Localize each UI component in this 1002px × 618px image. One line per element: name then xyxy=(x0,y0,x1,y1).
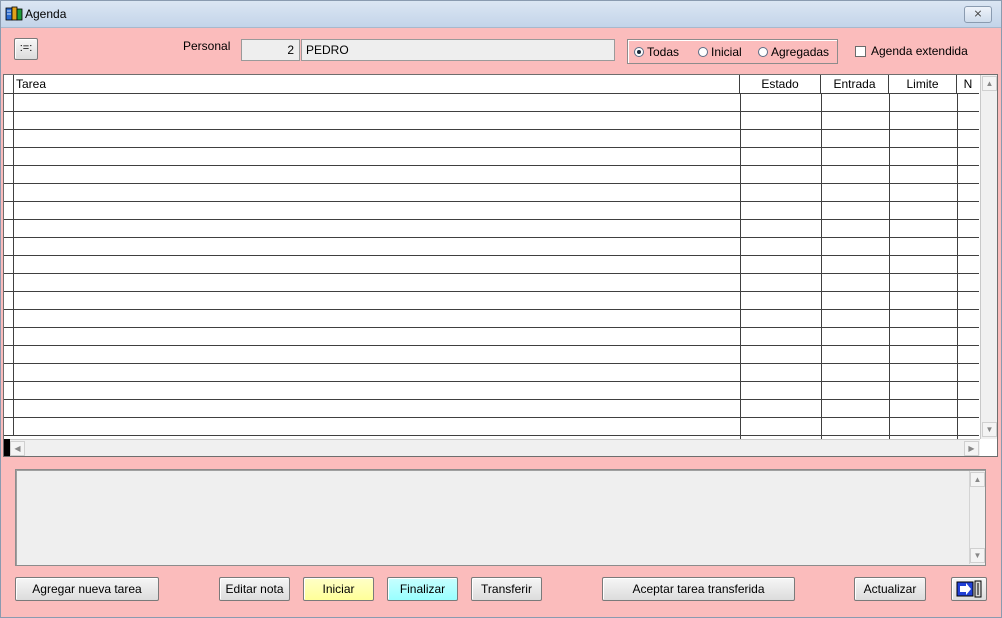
column-header-tarea[interactable]: Tarea xyxy=(14,75,740,93)
refresh-button[interactable]: Actualizar xyxy=(854,577,926,601)
row-indicator[interactable] xyxy=(4,256,14,273)
checkbox-icon xyxy=(855,45,866,57)
table-row[interactable] xyxy=(4,364,979,382)
table-row[interactable] xyxy=(4,94,979,112)
notes-textarea[interactable]: ▲ ▼ xyxy=(15,469,986,566)
agenda-extendida-label: Agenda extendida xyxy=(871,44,968,58)
agenda-window: Agenda ⨯ :=: Personal 2 PEDRO Todas Inic… xyxy=(0,0,1002,618)
column-header-limite[interactable]: Limite xyxy=(889,75,957,93)
table-row[interactable] xyxy=(4,292,979,310)
filter-agregadas-label: Agregadas xyxy=(771,45,830,59)
filter-todas-radio[interactable]: Todas xyxy=(634,45,679,59)
table-row[interactable] xyxy=(4,184,979,202)
agenda-app-icon xyxy=(5,6,23,21)
scroll-up-icon[interactable]: ▲ xyxy=(982,76,997,91)
row-indicator[interactable] xyxy=(4,274,14,291)
radio-empty-icon xyxy=(758,47,768,57)
grid-body[interactable] xyxy=(4,94,979,439)
row-indicator[interactable] xyxy=(4,400,14,417)
table-row[interactable] xyxy=(4,130,979,148)
transfer-button[interactable]: Transferir xyxy=(471,577,542,601)
row-indicator[interactable] xyxy=(4,310,14,327)
table-row[interactable] xyxy=(4,238,979,256)
row-indicator[interactable] xyxy=(4,328,14,345)
row-indicator[interactable] xyxy=(4,220,14,237)
column-divider xyxy=(821,94,822,439)
grid-horizontal-scrollbar[interactable]: ◀ ▶ xyxy=(4,439,980,456)
column-divider xyxy=(957,94,958,439)
table-row[interactable] xyxy=(4,274,979,292)
table-row[interactable] xyxy=(4,310,979,328)
notes-vertical-scrollbar[interactable]: ▲ ▼ xyxy=(969,471,985,564)
grid-header: Tarea Estado Entrada Limite N xyxy=(4,75,979,94)
radio-selected-icon xyxy=(634,47,644,57)
scroll-left-icon[interactable]: ◀ xyxy=(10,441,25,456)
tasks-grid[interactable]: Tarea Estado Entrada Limite N ▲ ▼ ◀ ▶ xyxy=(3,74,998,457)
column-header-n[interactable]: N xyxy=(957,75,979,93)
add-task-button[interactable]: Agregar nueva tarea xyxy=(15,577,159,601)
title-bar: Agenda ⨯ xyxy=(1,1,1001,28)
menu-button[interactable]: :=: xyxy=(14,38,38,60)
table-row[interactable] xyxy=(4,148,979,166)
table-row[interactable] xyxy=(4,400,979,418)
personal-number-field[interactable]: 2 xyxy=(241,39,300,61)
table-row[interactable] xyxy=(4,328,979,346)
row-indicator[interactable] xyxy=(4,94,14,111)
table-row[interactable] xyxy=(4,418,979,436)
personal-label: Personal xyxy=(183,39,231,53)
row-indicator[interactable] xyxy=(4,346,14,363)
accept-transferred-task-button[interactable]: Aceptar tarea transferida xyxy=(602,577,795,601)
window-title: Agenda xyxy=(25,7,67,21)
row-indicator[interactable] xyxy=(4,166,14,183)
start-button[interactable]: Iniciar xyxy=(303,577,374,601)
column-divider xyxy=(740,94,741,439)
table-row[interactable] xyxy=(4,112,979,130)
row-indicator-header xyxy=(4,75,14,93)
filter-radio-group: Todas Inicial Agregadas xyxy=(627,39,838,64)
table-row[interactable] xyxy=(4,166,979,184)
radio-empty-icon xyxy=(698,47,708,57)
filter-inicial-radio[interactable]: Inicial xyxy=(698,45,742,59)
scroll-up-icon[interactable]: ▲ xyxy=(970,472,985,487)
row-indicator[interactable] xyxy=(4,238,14,255)
column-header-entrada[interactable]: Entrada xyxy=(821,75,889,93)
column-header-estado[interactable]: Estado xyxy=(740,75,821,93)
filter-agregadas-radio[interactable]: Agregadas xyxy=(758,45,829,59)
edit-note-button[interactable]: Editar nota xyxy=(219,577,290,601)
close-button[interactable]: ⨯ xyxy=(964,6,992,23)
table-row[interactable] xyxy=(4,346,979,364)
exit-door-icon xyxy=(956,580,982,598)
row-indicator[interactable] xyxy=(4,148,14,165)
table-row[interactable] xyxy=(4,382,979,400)
filter-todas-label: Todas xyxy=(647,45,680,59)
row-indicator[interactable] xyxy=(4,418,14,435)
grid-vertical-scrollbar[interactable]: ▲ ▼ xyxy=(980,75,997,439)
scroll-right-icon[interactable]: ▶ xyxy=(964,441,979,456)
scroll-down-icon[interactable]: ▼ xyxy=(982,422,997,437)
table-row[interactable] xyxy=(4,256,979,274)
table-row[interactable] xyxy=(4,220,979,238)
agenda-extendida-checkbox[interactable]: Agenda extendida xyxy=(855,44,968,58)
row-indicator[interactable] xyxy=(4,292,14,309)
row-indicator[interactable] xyxy=(4,112,14,129)
column-divider xyxy=(889,94,890,439)
exit-button[interactable] xyxy=(951,577,987,601)
table-row[interactable] xyxy=(4,202,979,220)
row-indicator[interactable] xyxy=(4,184,14,201)
scroll-down-icon[interactable]: ▼ xyxy=(970,548,985,563)
row-indicator[interactable] xyxy=(4,130,14,147)
row-indicator[interactable] xyxy=(4,202,14,219)
row-indicator[interactable] xyxy=(4,382,14,399)
row-indicator[interactable] xyxy=(4,364,14,381)
filter-inicial-label: Inicial xyxy=(711,45,742,59)
personal-name-field[interactable]: PEDRO xyxy=(301,39,615,61)
grid-corner-marker xyxy=(4,439,10,456)
finish-button[interactable]: Finalizar xyxy=(387,577,458,601)
